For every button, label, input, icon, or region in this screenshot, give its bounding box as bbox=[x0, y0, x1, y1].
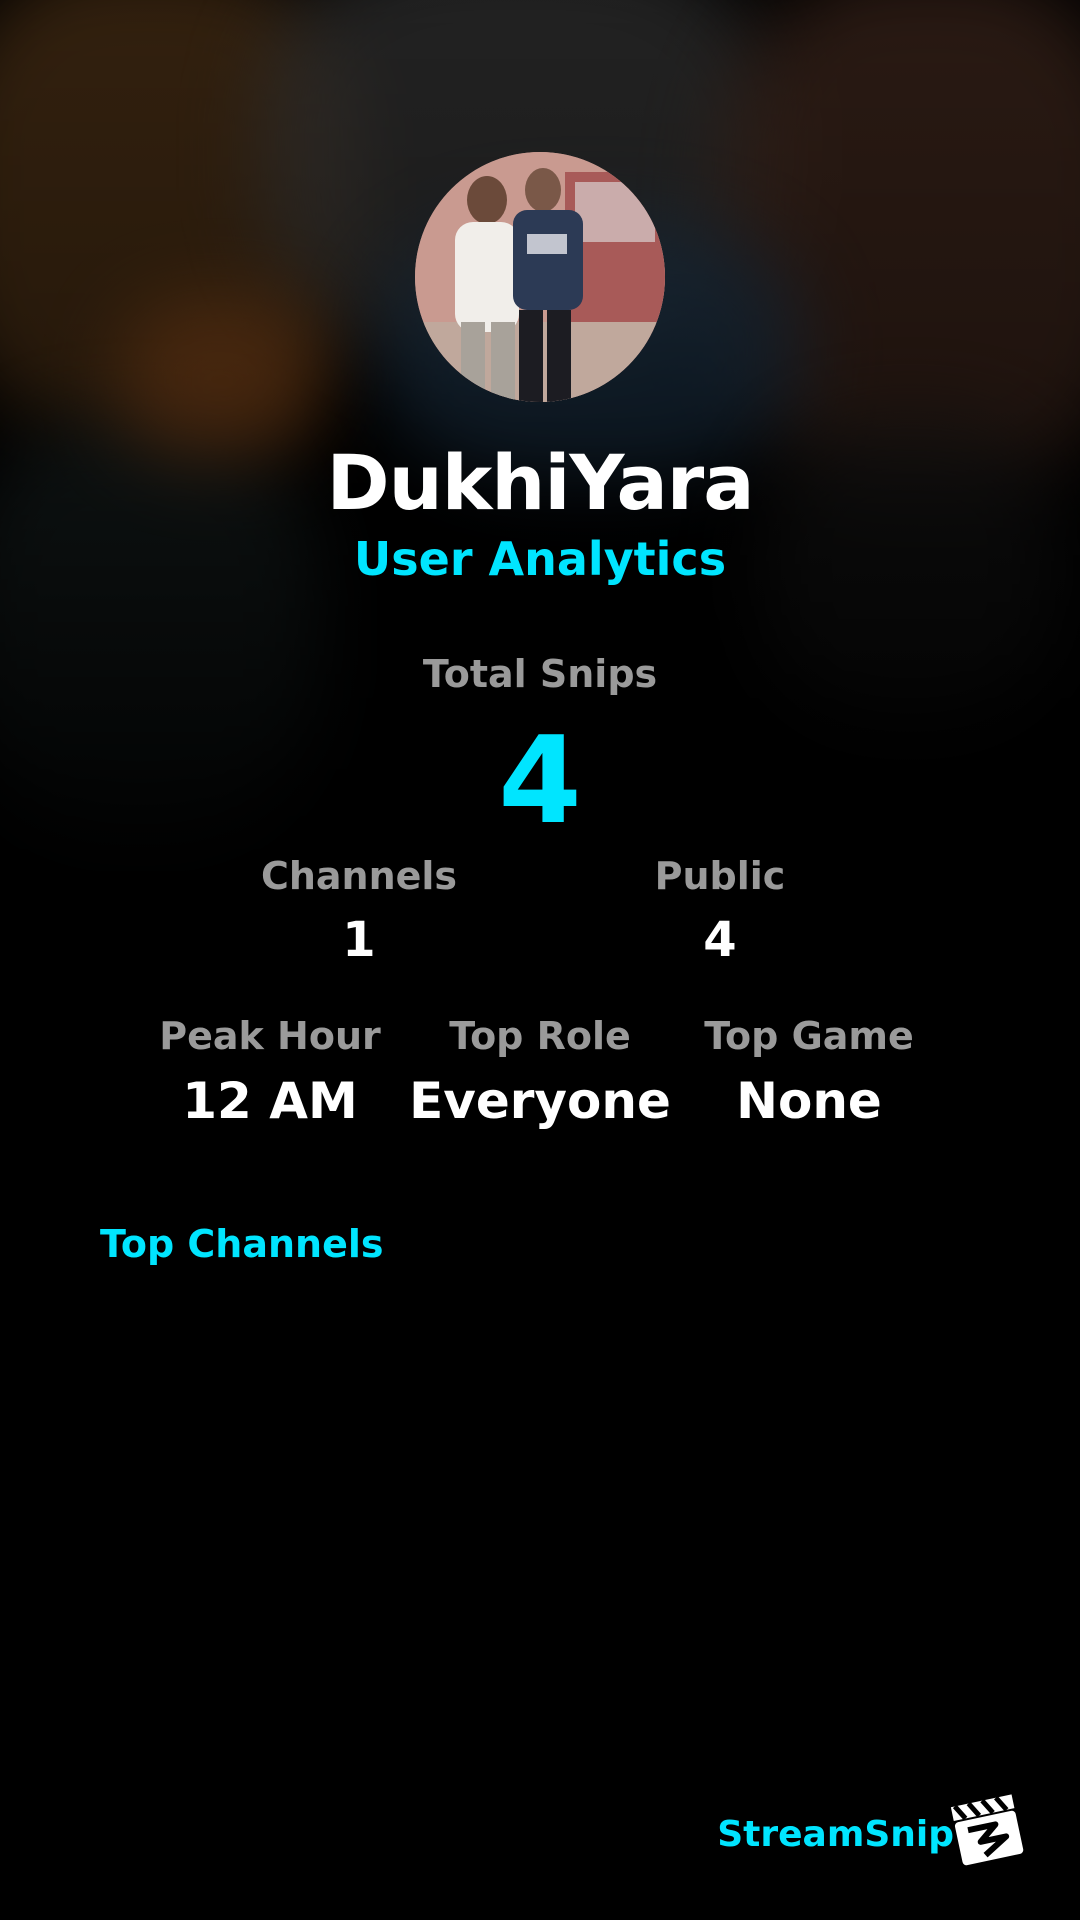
page-subtitle: User Analytics bbox=[353, 532, 727, 586]
public-label: Public bbox=[654, 854, 786, 898]
total-snips-value: 4 bbox=[498, 712, 582, 851]
username: DukhiYara bbox=[326, 438, 755, 527]
top-role-value: Everyone bbox=[409, 1072, 671, 1130]
channels-value: 1 bbox=[342, 912, 376, 968]
total-snips-label: Total Snips bbox=[422, 652, 658, 696]
brand-name: StreamSnip bbox=[717, 1814, 954, 1855]
peak-hour-label: Peak Hour bbox=[159, 1014, 381, 1058]
avatar-photo bbox=[415, 152, 665, 402]
channels-label: Channels bbox=[260, 854, 458, 898]
peak-hour-value: 12 AM bbox=[182, 1072, 358, 1130]
top-game-label: Top Game bbox=[704, 1014, 914, 1058]
top-game-value: None bbox=[736, 1072, 882, 1130]
user-avatar bbox=[415, 152, 665, 402]
top-channels-heading: Top Channels bbox=[100, 1222, 384, 1266]
clapperboard-icon bbox=[950, 1790, 1026, 1866]
top-role-label: Top Role bbox=[449, 1014, 631, 1058]
public-value: 4 bbox=[703, 912, 737, 968]
